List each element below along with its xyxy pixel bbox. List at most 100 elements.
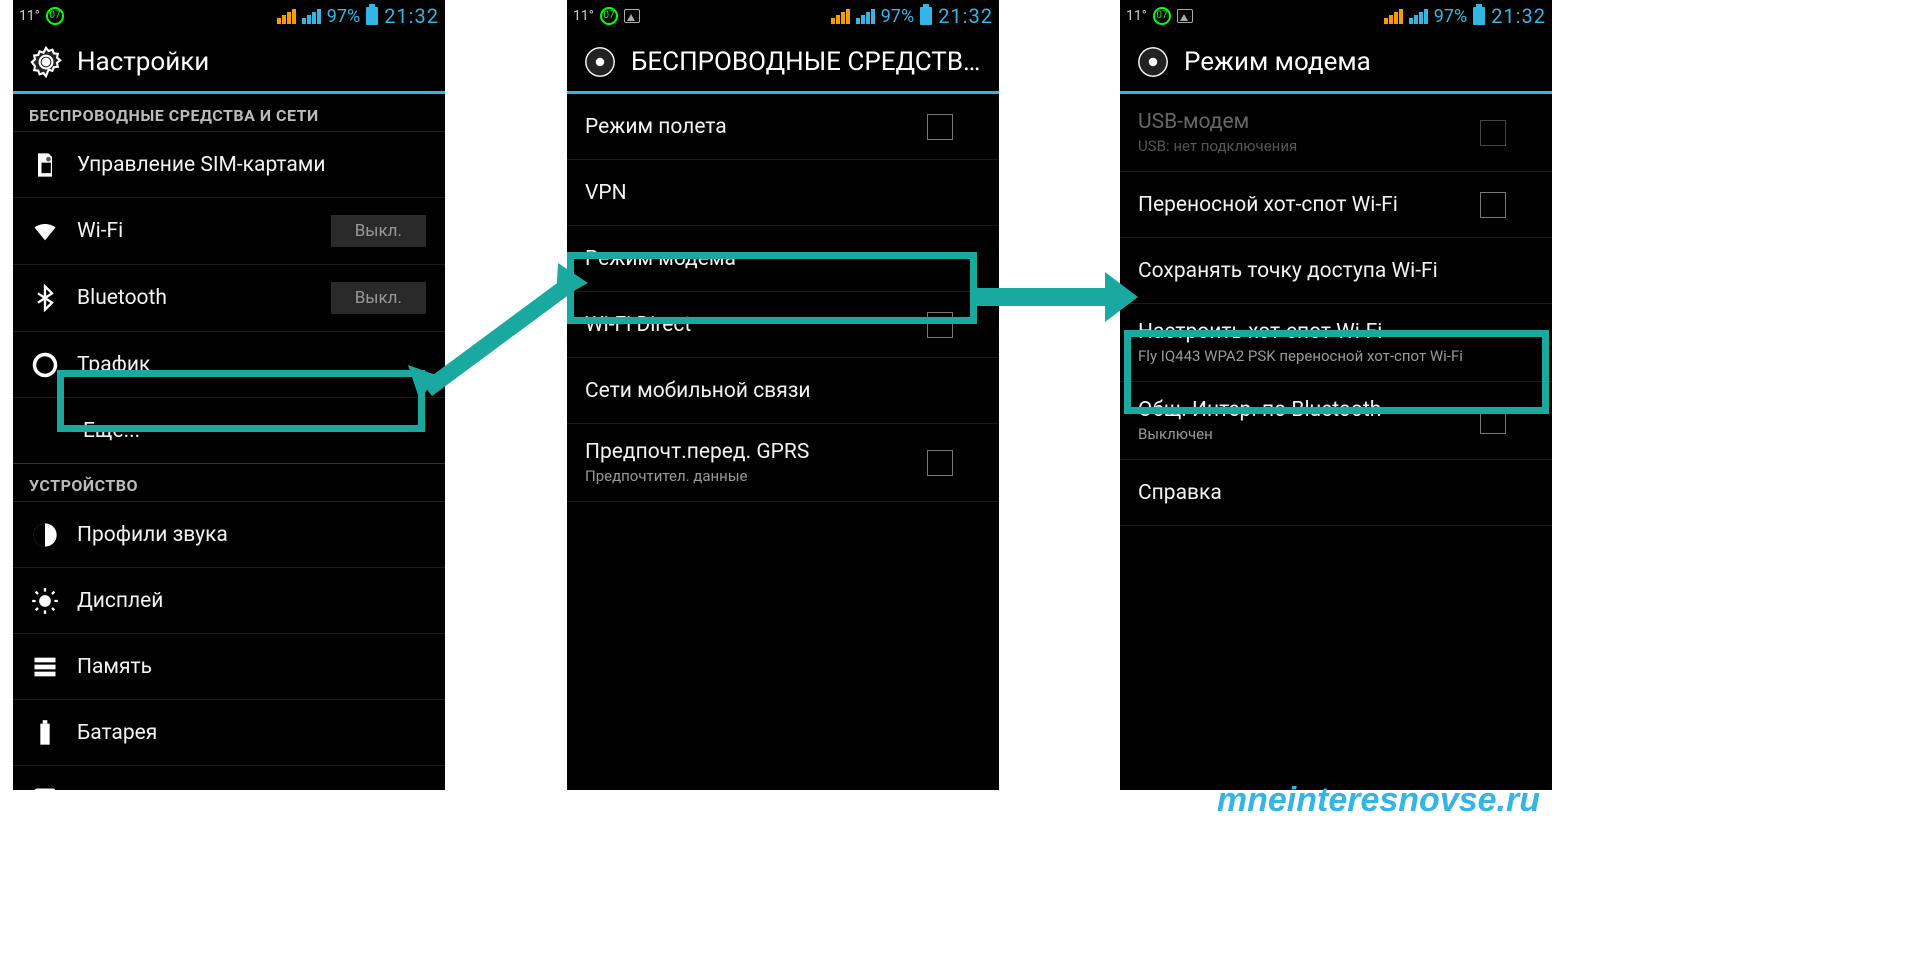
notification-badge: 07 (46, 7, 64, 25)
row-label: Профили звука (77, 523, 427, 547)
bluetooth-icon (31, 284, 59, 312)
row-label: Сети мобильной связи (585, 379, 981, 403)
signal-sim2-icon (856, 9, 875, 24)
row-tethering[interactable]: Режим модема (567, 226, 999, 292)
screen-title-row: Режим модема (1120, 32, 1552, 94)
row-wifi-direct[interactable]: Wi-Fi Direct (567, 292, 999, 358)
row-apps[interactable]: Приложения (13, 766, 445, 790)
signal-sim1-icon (277, 9, 296, 24)
row-label: Трафик (77, 353, 427, 377)
settings-icon (1136, 45, 1170, 79)
signal-sim2-icon (1409, 9, 1428, 24)
row-mobile-networks[interactable]: Сети мобильной связи (567, 358, 999, 424)
wifi-icon (31, 217, 59, 245)
section-device: УСТРОЙСТВО (13, 464, 445, 502)
battery-icon (1473, 7, 1485, 25)
screenshot-notif-icon (1177, 9, 1193, 23)
data-usage-icon (31, 351, 59, 379)
clock: 21:32 (1491, 4, 1546, 28)
row-bluetooth[interactable]: Bluetooth Выкл. (13, 265, 445, 332)
settings-icon (29, 45, 63, 79)
row-sub: Fly IQ443 WPA2 PSK переносной хот-спот W… (1138, 347, 1534, 365)
battery-percent: 97% (1434, 6, 1467, 27)
row-keep-hotspot[interactable]: Сохранять точку доступа Wi-Fi (1120, 238, 1552, 304)
row-help[interactable]: Справка (1120, 460, 1552, 526)
settings-icon (583, 45, 617, 79)
row-label: VPN (585, 181, 981, 205)
storage-icon (31, 653, 59, 681)
row-storage[interactable]: Память (13, 634, 445, 700)
row-label: Режим полета (585, 115, 909, 139)
phone-wireless-more: 11° 07 97% 21:32 БЕСПРОВОДНЫЕ СРЕДСТВА И… (567, 0, 999, 790)
signal-sim1-icon (1384, 9, 1403, 24)
sound-icon (31, 521, 59, 549)
row-label: Режим модема (585, 247, 981, 271)
bt-tether-checkbox[interactable] (1480, 408, 1506, 434)
notification-badge: 07 (1153, 7, 1171, 25)
screen-title-row: БЕСПРОВОДНЫЕ СРЕДСТВА И СЕ... (567, 32, 999, 94)
signal-sim1-icon (831, 9, 850, 24)
row-label: USB-модем (1138, 110, 1462, 134)
row-label: Еще... (83, 419, 427, 443)
phone-settings: 11° 07 97% 21:32 Настройки БЕСПРОВОДНЫЕ … (13, 0, 445, 790)
bluetooth-toggle[interactable]: Выкл. (330, 281, 427, 315)
row-label: Общ. Интер. по Bluetooth (1138, 398, 1462, 422)
row-label: Память (77, 655, 427, 679)
hotspot-checkbox[interactable] (1480, 192, 1506, 218)
row-label: Настроить хот-спот Wi-Fi (1138, 320, 1534, 344)
notification-badge: 07 (600, 7, 618, 25)
phone-tethering: 11° 07 97% 21:32 Режим модема USB-модем … (1120, 0, 1552, 790)
row-bt-tether[interactable]: Общ. Интер. по Bluetooth Выключен (1120, 382, 1552, 460)
airplane-checkbox[interactable] (927, 114, 953, 140)
row-wifi[interactable]: Wi-Fi Выкл. (13, 198, 445, 265)
sim-card-icon (31, 151, 59, 179)
row-airplane-mode[interactable]: Режим полета (567, 94, 999, 160)
clock: 21:32 (384, 4, 439, 28)
row-label: Переносной хот-спот Wi-Fi (1138, 193, 1462, 217)
status-bar: 11° 07 97% 21:32 (567, 0, 999, 32)
row-gprs-pref[interactable]: Предпочт.перед. GPRS Предпочтител. данны… (567, 424, 999, 502)
status-bar: 11° 07 97% 21:32 (13, 0, 445, 32)
section-wireless: БЕСПРОВОДНЫЕ СРЕДСТВА И СЕТИ (13, 94, 445, 132)
row-sim-management[interactable]: Управление SIM-картами (13, 132, 445, 198)
wifi-toggle[interactable]: Выкл. (330, 214, 427, 248)
row-battery[interactable]: Батарея (13, 700, 445, 766)
display-icon (31, 587, 59, 615)
row-sub: Выключен (1138, 425, 1462, 443)
temp-indicator: 11° (573, 8, 594, 24)
row-traffic[interactable]: Трафик (13, 332, 445, 398)
row-vpn[interactable]: VPN (567, 160, 999, 226)
row-label: Справка (1138, 481, 1534, 505)
clock: 21:32 (938, 4, 993, 28)
screenshot-notif-icon (624, 9, 640, 23)
apps-icon (31, 785, 59, 791)
battery-icon (31, 719, 59, 747)
row-display[interactable]: Дисплей (13, 568, 445, 634)
row-label: Предпочт.перед. GPRS (585, 440, 909, 464)
row-label: Wi-Fi (77, 219, 312, 243)
row-label: Bluetooth (77, 286, 312, 310)
temp-indicator: 11° (19, 8, 40, 24)
screen-title: БЕСПРОВОДНЫЕ СРЕДСТВА И СЕ... (631, 47, 983, 77)
row-sound-profiles[interactable]: Профили звука (13, 502, 445, 568)
row-label: Приложения (77, 787, 427, 791)
row-configure-hotspot[interactable]: Настроить хот-спот Wi-Fi Fly IQ443 WPA2 … (1120, 304, 1552, 382)
battery-icon (920, 7, 932, 25)
screen-title: Настройки (77, 47, 429, 77)
row-label: Батарея (77, 721, 427, 745)
signal-sim2-icon (302, 9, 321, 24)
row-portable-hotspot[interactable]: Переносной хот-спот Wi-Fi (1120, 172, 1552, 238)
row-sub: USB: нет подключения (1138, 137, 1462, 155)
row-label: Управление SIM-картами (77, 153, 427, 177)
wifidirect-checkbox[interactable] (927, 312, 953, 338)
temp-indicator: 11° (1126, 8, 1147, 24)
screen-title-row: Настройки (13, 32, 445, 94)
battery-percent: 97% (881, 6, 914, 27)
row-usb-tether: USB-модем USB: нет подключения (1120, 94, 1552, 172)
battery-percent: 97% (327, 6, 360, 27)
row-label: Дисплей (77, 589, 427, 613)
gprs-checkbox[interactable] (927, 450, 953, 476)
row-sub: Предпочтител. данные (585, 467, 909, 485)
row-more[interactable]: Еще... (13, 398, 445, 464)
screen-title: Режим модема (1184, 47, 1536, 77)
